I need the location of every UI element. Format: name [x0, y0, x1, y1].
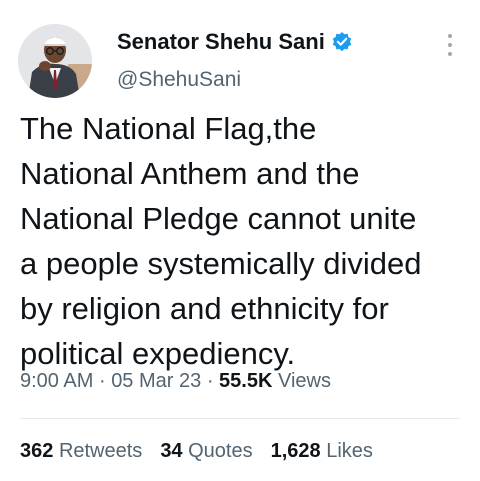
meta-separator: ·	[206, 370, 214, 392]
tweet-card: Senator Shehu Sani @ShehuSani The Nation…	[0, 0, 480, 481]
views-count: 55.5K	[219, 370, 273, 392]
tweet-text-line: by religion and ethnicity for	[20, 291, 389, 326]
verified-badge-icon	[331, 31, 353, 53]
more-dot	[448, 52, 452, 56]
quotes-label: Quotes	[188, 440, 253, 462]
views-label: Views	[277, 370, 331, 392]
more-vertical-icon[interactable]	[442, 30, 458, 60]
tweet-meta: 9:00 AM · 05 Mar 23 · 55.5K Views	[20, 370, 331, 393]
tweet-text-line: National Pledge cannot unite	[20, 201, 417, 236]
tweet-text: The National Flag,the National Anthem an…	[20, 106, 470, 376]
quotes-stat[interactable]: 34 Quotes	[160, 440, 252, 463]
author-name-row[interactable]: Senator Shehu Sani	[117, 29, 353, 55]
avatar[interactable]	[18, 24, 92, 98]
more-dot	[448, 34, 452, 38]
divider	[20, 418, 460, 419]
tweet-date[interactable]: 05 Mar 23	[111, 370, 201, 392]
author-handle[interactable]: @ShehuSani	[117, 68, 241, 92]
tweet-text-line: The National Flag,the	[20, 111, 317, 146]
likes-label: Likes	[326, 440, 373, 462]
retweets-stat[interactable]: 362 Retweets	[20, 440, 142, 463]
author-name[interactable]: Senator Shehu Sani	[117, 29, 325, 55]
tweet-text-line: a people systemically divided	[20, 246, 422, 281]
tweet-time[interactable]: 9:00 AM	[20, 370, 93, 392]
likes-count: 1,628	[270, 440, 321, 462]
retweets-count: 362	[20, 440, 54, 462]
retweets-label: Retweets	[58, 440, 143, 462]
meta-separator: ·	[98, 370, 106, 392]
tweet-text-line: National Anthem and the	[20, 156, 360, 191]
likes-stat[interactable]: 1,628 Likes	[271, 440, 373, 463]
engagement-stats: 362 Retweets 34 Quotes 1,628 Likes	[20, 440, 373, 463]
more-dot	[448, 43, 452, 47]
quotes-count: 34	[160, 440, 183, 462]
